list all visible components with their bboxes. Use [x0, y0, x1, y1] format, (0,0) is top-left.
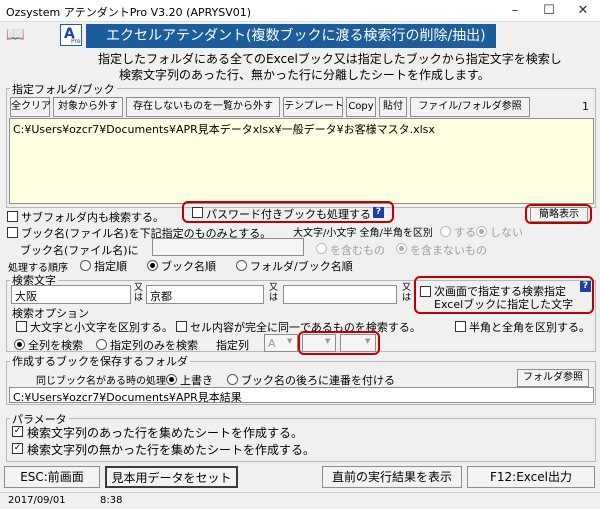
width-sensitive-checkbox[interactable] — [455, 321, 466, 332]
case-width-label: 大文字/小文字 全角/半角を区別 — [293, 228, 433, 239]
or-label-2: 又 は — [269, 283, 279, 303]
maximize-icon[interactable]: ☐ — [532, 0, 566, 22]
order-folder-radio[interactable] — [236, 260, 247, 271]
or-label-1: 又 は — [134, 283, 144, 303]
description-line-2: 検索文字列のあった行、無かった行に分離したシートを作成します。 — [119, 68, 490, 82]
order-book-label: ブック名順 — [161, 260, 216, 273]
folder-browse-button[interactable]: フォルダ参照 — [517, 369, 589, 387]
chevron-down-icon: ▼ — [365, 337, 371, 345]
column-select-3[interactable] — [340, 334, 376, 352]
bookname-input[interactable] — [152, 238, 304, 256]
chevron-down-icon: ▼ — [287, 337, 293, 345]
search-term-2[interactable]: 京都 — [146, 285, 264, 304]
without-rows-label: 検索文字列の無かった行を集めたシートを作成する。 — [27, 443, 316, 457]
next-screen-label-2: Excelブックに指定した文字 — [434, 298, 574, 311]
not-contains-label: を含まないもの — [410, 244, 487, 257]
next-screen-help-icon[interactable]: ? — [580, 281, 591, 292]
app-logo-icon: A Pro — [60, 24, 82, 46]
contains-radio[interactable] — [316, 243, 327, 254]
exact-match-checkbox[interactable] — [176, 321, 187, 332]
order-spec-label: 指定順 — [94, 260, 127, 273]
column-select-2[interactable] — [302, 334, 336, 352]
copy-button[interactable]: Copy — [346, 97, 376, 117]
append-label: ブック名の後ろに連番を付ける — [241, 374, 395, 387]
browse-file-folder-button[interactable]: ファイル/フォルダ参照 — [410, 97, 530, 117]
same-name-label: 同じブック名がある時の処理 — [36, 376, 166, 387]
search-term-1[interactable]: 大阪 — [11, 285, 131, 304]
password-checkbox[interactable] — [192, 207, 203, 218]
file-list[interactable]: C:¥Users¥ozcr7¥Documents¥APR見本データxlsx¥一般… — [9, 118, 594, 204]
close-icon[interactable]: ✕ — [566, 0, 600, 22]
col-label: 指定列 — [216, 339, 249, 352]
overwrite-label: 上書き — [180, 374, 213, 387]
status-bar: 2017/09/01 8:38 — [0, 492, 600, 509]
folder-group-label: 指定フォルダ/ブック — [10, 81, 117, 97]
clear-all-button[interactable]: 全クリア — [10, 97, 51, 117]
window-title: Ozsystem アテンダントPro V3.20 (APRYSV01) — [6, 6, 252, 19]
all-columns-radio[interactable] — [14, 339, 25, 350]
sample-data-button[interactable]: 見本用データをセット — [105, 466, 238, 488]
spec-columns-radio[interactable] — [96, 339, 107, 350]
file-list-item[interactable]: C:¥Users¥ozcr7¥Documents¥APR見本データxlsx¥一般… — [13, 121, 435, 137]
subfolder-checkbox[interactable] — [7, 211, 18, 222]
append-radio[interactable] — [227, 374, 238, 385]
status-date: 2017/09/01 — [8, 495, 66, 506]
with-rows-label: 検索文字列のあった行を集めたシートを作成する。 — [27, 426, 304, 440]
order-book-radio[interactable] — [147, 260, 158, 271]
help-icon[interactable]: ? — [373, 207, 384, 218]
next-screen-checkbox[interactable] — [420, 286, 431, 297]
title-bar: Ozsystem アテンダントPro V3.20 (APRYSV01) – ☐ … — [0, 0, 600, 22]
case-yes-radio[interactable] — [440, 226, 451, 237]
bookname-in-label: ブック名(ファイル名)に — [20, 244, 139, 257]
banner-title: エクセルアテンダント(複数ブックに渡る検索行の削除/抽出) — [86, 24, 496, 48]
save-group-label: 作成するブックを保存するフォルダ — [10, 353, 190, 369]
esc-back-button[interactable]: ESC:前画面 — [4, 466, 100, 488]
spec-columns-label: 指定列のみを検索 — [110, 339, 198, 352]
search-term-3[interactable] — [283, 285, 397, 304]
password-label: パスワード付きブックも処理する — [206, 208, 371, 221]
case-no-label: しない — [490, 226, 523, 239]
column-select-1[interactable]: A — [264, 334, 298, 352]
remove-missing-button[interactable]: 存在しないものを一覧から外す — [126, 97, 280, 117]
column-select-1-value: A — [268, 337, 276, 350]
description-line-1: 指定したフォルダにある全てのExcelブック又は指定したブックから指定文字を検索… — [98, 52, 562, 66]
paste-button[interactable]: 貼付 — [379, 97, 407, 117]
item-count: 1 — [582, 100, 589, 113]
brief-view-button[interactable]: 簡略表示 — [530, 207, 588, 222]
case-sensitive-checkbox[interactable] — [16, 321, 27, 332]
not-contains-radio[interactable] — [396, 243, 407, 254]
subfolder-label: サブフォルダ内も検索する。 — [21, 211, 164, 224]
prev-result-button[interactable]: 直前の実行結果を表示 — [322, 466, 462, 488]
minimize-icon[interactable]: – — [498, 0, 532, 22]
case-sensitive-label: 大文字と小文字を区別する。 — [30, 321, 173, 334]
book-icon[interactable]: 📖 — [6, 25, 25, 43]
save-path-input[interactable]: C:¥Users¥ozcr7¥Documents¥APR見本結果 — [9, 387, 594, 403]
template-button[interactable]: テンプレート — [283, 97, 344, 117]
all-columns-label: 全列を検索 — [28, 339, 83, 352]
width-sensitive-label: 半角と全角を区別する。 — [469, 321, 590, 334]
bookname-only-checkbox[interactable] — [7, 227, 18, 238]
order-folder-label: フォルダ/ブック名順 — [250, 260, 353, 273]
or-label-3: 又 は — [402, 283, 412, 303]
chevron-down-icon: ▼ — [325, 337, 331, 345]
case-no-radio[interactable] — [476, 226, 487, 237]
status-time: 8:38 — [100, 495, 123, 506]
without-rows-checkbox[interactable]: ✓ — [12, 443, 23, 454]
case-yes-label: する — [454, 226, 476, 239]
contains-label: を含むもの — [330, 244, 385, 257]
exclude-button[interactable]: 対象から外す — [53, 97, 123, 117]
with-rows-checkbox[interactable]: ✓ — [12, 426, 23, 437]
overwrite-radio[interactable] — [166, 374, 177, 385]
excel-export-button[interactable]: F12:Excel出力 — [467, 466, 595, 488]
order-spec-radio[interactable] — [80, 260, 91, 271]
